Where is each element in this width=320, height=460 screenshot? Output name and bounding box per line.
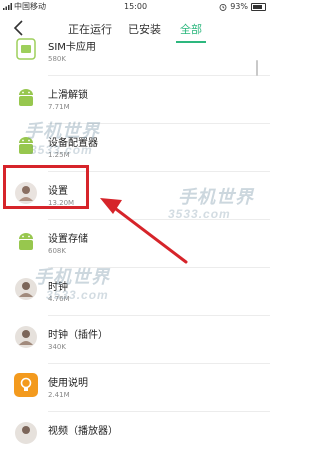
app-size: 580K bbox=[48, 55, 66, 63]
app-size: 2.41M bbox=[48, 391, 70, 399]
clock-avatar-icon bbox=[15, 326, 37, 348]
signal-icon bbox=[3, 3, 12, 10]
battery-percent: 93% bbox=[230, 2, 248, 11]
highlight-box bbox=[3, 165, 89, 209]
app-row-clock[interactable]: 时钟 4.76M bbox=[0, 268, 270, 316]
app-name: 时钟 bbox=[48, 282, 68, 293]
carrier-name: 中国移动 bbox=[14, 2, 46, 11]
app-row-sim[interactable]: SIM卡应用 580K bbox=[0, 28, 270, 76]
app-name: 视频（播放器） bbox=[48, 426, 118, 437]
app-name: 时钟（插件） bbox=[48, 330, 108, 341]
app-row-clock-widget[interactable]: 时钟（插件） 340K bbox=[0, 316, 270, 364]
battery-icon bbox=[251, 2, 266, 11]
app-name: 使用说明 bbox=[48, 378, 88, 389]
app-name: SIM卡应用 bbox=[48, 42, 96, 53]
sim-card-icon bbox=[16, 38, 36, 60]
android-icon bbox=[19, 233, 33, 250]
app-name: 设备配置器 bbox=[48, 138, 98, 149]
app-size: 1.25M bbox=[48, 151, 70, 159]
app-name: 设置存储 bbox=[48, 234, 88, 245]
app-size: 7.71M bbox=[48, 103, 70, 111]
app-name: 上滑解锁 bbox=[48, 90, 88, 101]
clock-time: 15:00 bbox=[124, 2, 148, 11]
clock-avatar-icon bbox=[15, 278, 37, 300]
app-row-settings-storage[interactable]: 设置存储 608K bbox=[0, 220, 270, 268]
app-size: 608K bbox=[48, 247, 66, 255]
app-row-video[interactable]: 视频（播放器） bbox=[0, 412, 270, 460]
scrollbar[interactable] bbox=[256, 60, 258, 76]
status-bar: 中国移动 15:00 93% bbox=[0, 0, 270, 13]
alarm-icon bbox=[219, 3, 227, 11]
app-row-user-guide[interactable]: 使用说明 2.41M bbox=[0, 364, 270, 412]
app-row-slide-unlock[interactable]: 上滑解锁 7.71M bbox=[0, 76, 270, 124]
app-size: 340K bbox=[48, 343, 66, 351]
android-icon bbox=[19, 137, 33, 154]
lightbulb-icon bbox=[14, 373, 38, 397]
android-icon bbox=[19, 89, 33, 106]
video-avatar-icon bbox=[15, 422, 37, 444]
app-size: 4.76M bbox=[48, 295, 70, 303]
